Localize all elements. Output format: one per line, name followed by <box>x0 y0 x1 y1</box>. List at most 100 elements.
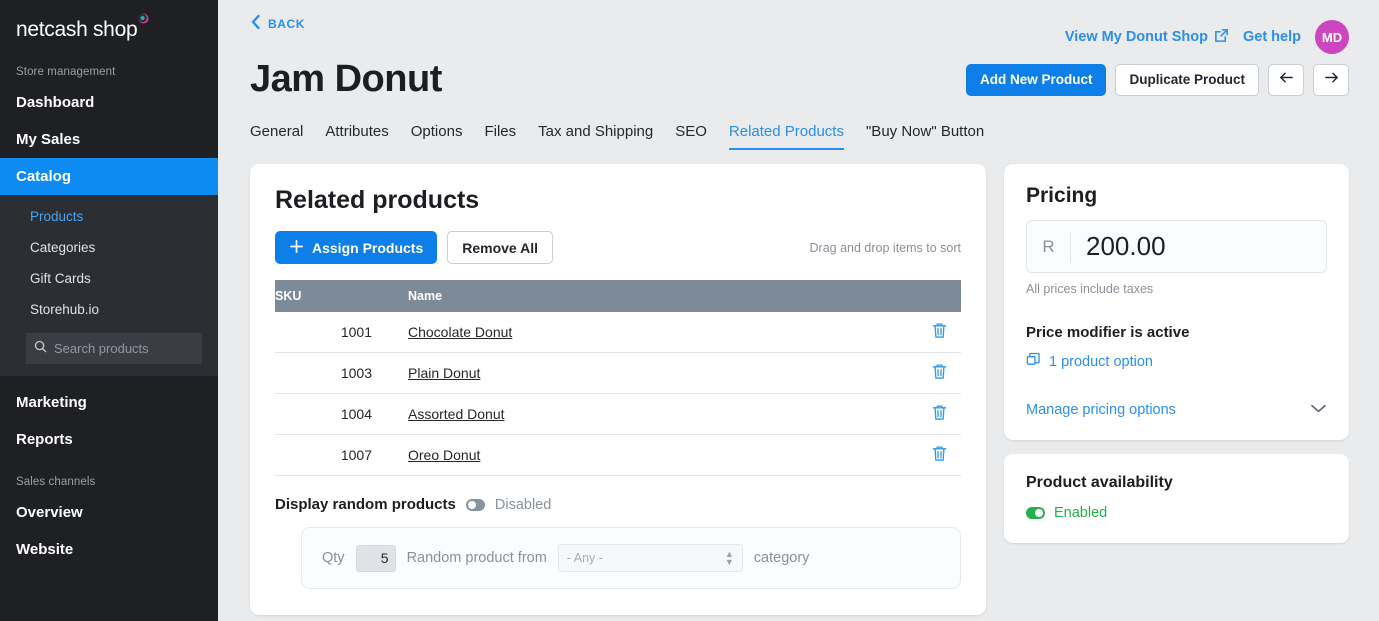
tab-options[interactable]: Options <box>411 123 463 150</box>
availability-row: Enabled <box>1026 505 1327 521</box>
product-link[interactable]: Assorted Donut <box>408 406 505 422</box>
cell-delete <box>917 312 961 353</box>
cell-name: Plain Donut <box>380 352 917 394</box>
product-link[interactable]: Chocolate Donut <box>408 324 512 340</box>
manage-pricing-options-label: Manage pricing options <box>1026 401 1176 418</box>
sidebar-item-catalog[interactable]: Catalog <box>0 158 218 195</box>
remove-all-button[interactable]: Remove All <box>447 231 553 264</box>
external-link-icon <box>1214 28 1229 47</box>
back-button[interactable]: BACK <box>250 14 305 33</box>
currency-symbol: R <box>1027 231 1071 262</box>
availability-toggle[interactable] <box>1026 507 1045 519</box>
sidebar-item-categories[interactable]: Categories <box>0 232 218 263</box>
product-option-label: 1 product option <box>1049 353 1153 370</box>
search-icon <box>34 340 47 358</box>
table-row[interactable]: 1003 Plain Donut <box>275 352 961 394</box>
tab-buy-now-button[interactable]: "Buy Now" Button <box>866 123 984 150</box>
chevron-down-icon[interactable] <box>1310 401 1327 418</box>
delete-row-icon[interactable] <box>932 363 947 383</box>
sidebar-item-my-sales[interactable]: My Sales <box>0 121 218 158</box>
assign-products-button[interactable]: Assign Products <box>275 231 438 264</box>
table-row[interactable]: 1007 Oreo Donut <box>275 434 961 476</box>
back-label: BACK <box>268 16 306 31</box>
arrow-left-icon <box>1278 70 1295 90</box>
sidebar-item-reports[interactable]: Reports <box>0 421 218 458</box>
sidebar: netcash shop Store management Dashboard … <box>0 0 218 621</box>
display-random-products-state: Disabled <box>494 496 552 513</box>
category-label: category <box>753 550 810 566</box>
cell-sku: 1001 <box>275 312 380 353</box>
display-random-products-row: Display random products Disabled <box>275 496 961 513</box>
next-product-button[interactable] <box>1313 63 1349 96</box>
prev-product-button[interactable] <box>1268 63 1304 96</box>
delete-row-icon[interactable] <box>932 404 947 424</box>
tax-note: All prices include taxes <box>1026 282 1154 296</box>
price-field[interactable]: R <box>1026 220 1327 273</box>
top-links: View My Donut Shop Get help MD <box>1065 20 1349 54</box>
tab-general[interactable]: General <box>250 123 303 150</box>
price-input[interactable] <box>1071 231 1281 262</box>
sidebar-item-website[interactable]: Website <box>0 531 218 568</box>
sidebar-search[interactable] <box>26 333 202 364</box>
table-body: 1001 Chocolate Donut 1003 Plain Donut 10… <box>275 312 961 476</box>
related-actions: Assign Products Remove All Drag and drop… <box>275 231 961 264</box>
search-input[interactable] <box>54 341 184 356</box>
category-select[interactable]: - Any - ▲ ▼ <box>557 544 743 572</box>
brand-logo-text: netcash shop <box>16 18 138 41</box>
cell-name: Chocolate Donut <box>380 312 917 353</box>
app-root: netcash shop Store management Dashboard … <box>0 0 1379 621</box>
left-column: Related products Assign Products Remove … <box>250 164 986 615</box>
sidebar-item-marketing[interactable]: Marketing <box>0 384 218 421</box>
avatar[interactable]: MD <box>1315 20 1349 54</box>
random-product-from-label: Random product from <box>406 550 547 566</box>
related-products-card: Related products Assign Products Remove … <box>250 164 986 615</box>
sidebar-item-storehub[interactable]: Storehub.io <box>0 294 218 325</box>
sidebar-item-products[interactable]: Products <box>0 201 218 232</box>
tab-files[interactable]: Files <box>484 123 516 150</box>
tab-attributes[interactable]: Attributes <box>325 123 388 150</box>
sidebar-item-dashboard[interactable]: Dashboard <box>0 84 218 121</box>
table-row[interactable]: 1004 Assorted Donut <box>275 393 961 435</box>
related-products-table: SKU Name 1001 Chocolate Donut 1003 Plain… <box>275 280 961 476</box>
product-link[interactable]: Plain Donut <box>408 365 480 381</box>
top-bar: BACK View My Donut Shop Get help MD <box>250 0 1349 54</box>
display-random-products-toggle[interactable] <box>465 498 485 511</box>
tab-related-products[interactable]: Related Products <box>728 123 844 150</box>
manage-pricing-options-row[interactable]: Manage pricing options <box>1026 401 1327 418</box>
qty-input[interactable] <box>355 544 396 572</box>
product-option-link[interactable]: 1 product option <box>1026 352 1327 371</box>
sidebar-item-gift-cards[interactable]: Gift Cards <box>0 263 218 294</box>
arrow-right-icon <box>1323 70 1340 90</box>
header-actions: Add New Product Duplicate Product <box>965 63 1349 96</box>
get-help-link[interactable]: Get help <box>1243 29 1301 45</box>
page-title: Jam Donut <box>250 58 442 100</box>
content-columns: Related products Assign Products Remove … <box>250 164 1349 615</box>
tab-seo[interactable]: SEO <box>675 123 707 150</box>
cell-sku: 1003 <box>275 352 380 394</box>
product-link[interactable]: Oreo Donut <box>408 447 480 463</box>
sidebar-section-store-management: Store management <box>16 66 116 78</box>
table-head: SKU Name <box>275 280 961 312</box>
tab-tax-and-shipping[interactable]: Tax and Shipping <box>538 123 653 150</box>
delete-row-icon[interactable] <box>932 445 947 465</box>
cell-name: Oreo Donut <box>380 434 917 476</box>
cell-sku: 1007 <box>275 434 380 476</box>
product-tabs: General Attributes Options Files Tax and… <box>250 123 1349 150</box>
qty-label: Qty <box>322 550 345 566</box>
view-shop-link[interactable]: View My Donut Shop <box>1065 28 1229 47</box>
column-header-sku: SKU <box>275 280 380 312</box>
price-modifier-title: Price modifier is active <box>1026 324 1190 341</box>
cell-delete <box>917 434 961 476</box>
add-new-product-button[interactable]: Add New Product <box>965 63 1107 96</box>
table-row[interactable]: 1001 Chocolate Donut <box>275 312 961 353</box>
assign-products-label: Assign Products <box>312 239 424 256</box>
display-random-products-label: Display random products <box>275 496 456 513</box>
category-select-value: - Any - <box>566 551 603 565</box>
duplicate-product-button[interactable]: Duplicate Product <box>1115 63 1259 96</box>
cell-delete <box>917 393 961 435</box>
pricing-title: Pricing <box>1026 184 1098 207</box>
copy-stack-icon <box>1026 352 1041 371</box>
brand-logo[interactable]: netcash shop <box>0 0 218 56</box>
delete-row-icon[interactable] <box>932 322 947 342</box>
sidebar-item-overview[interactable]: Overview <box>0 494 218 531</box>
